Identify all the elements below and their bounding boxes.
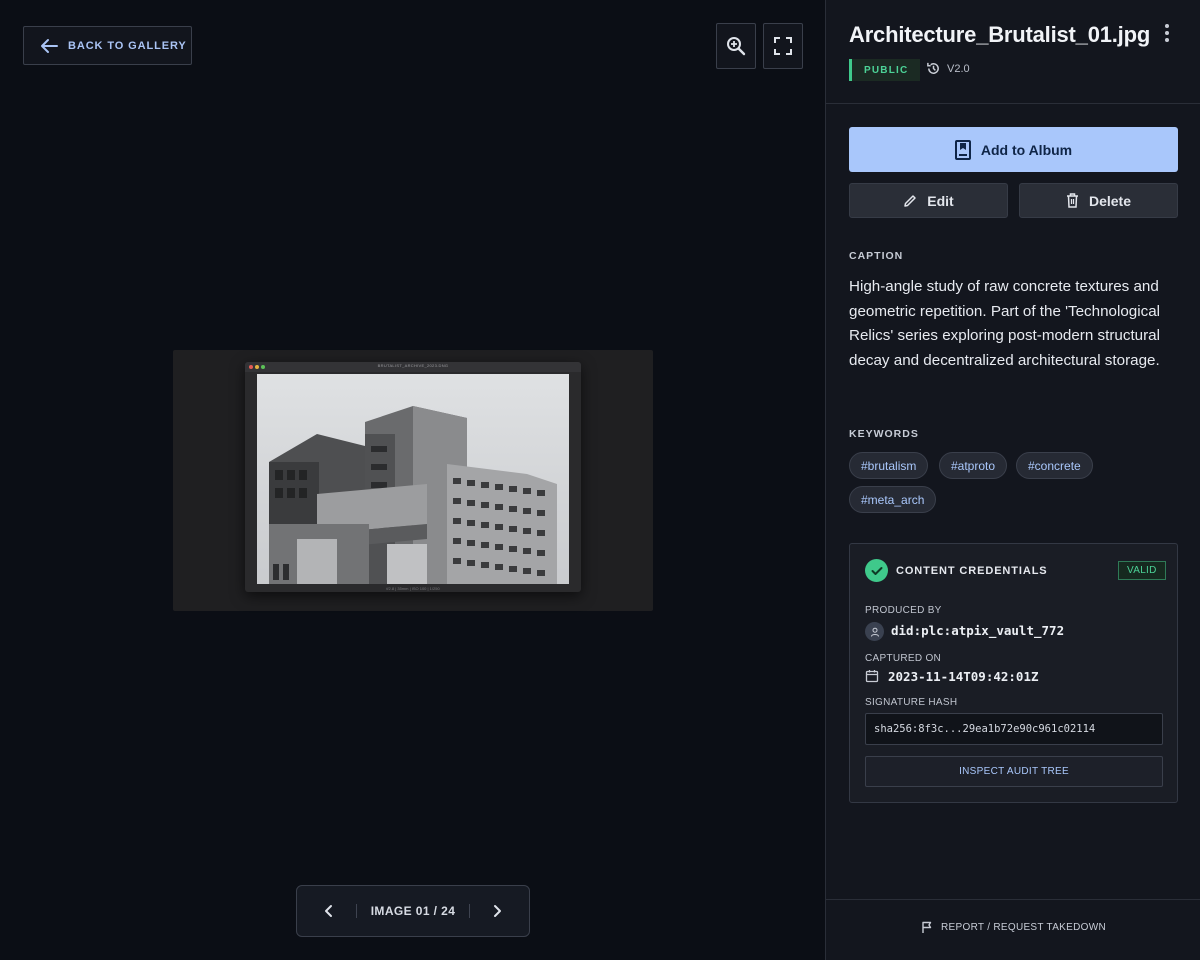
photo-window-title: BRUTALIST_ARCHIVE_2023.DNG: [377, 363, 449, 368]
details-panel: Architecture_Brutalist_01.jpg PUBLIC V2.…: [825, 0, 1200, 960]
caption-heading: CAPTION: [849, 250, 904, 262]
pager-divider: [355, 904, 357, 918]
keyword-tag[interactable]: #concrete: [1016, 452, 1093, 479]
capture-timestamp: 2023-11-14T09:42:01Z: [888, 669, 1039, 684]
photo-preview: BRUTALIST_ARCHIVE_2023.DNG f/2.8 | 35mm …: [173, 350, 653, 611]
add-to-album-button[interactable]: Add to Album: [849, 127, 1178, 172]
caption-text: High-angle study of raw concrete texture…: [849, 278, 1161, 369]
zoom-in-icon: [727, 37, 746, 56]
album-bookmark-icon: [954, 139, 971, 160]
footer-divider: [826, 899, 1200, 900]
edit-label: Edit: [927, 192, 954, 209]
back-to-gallery-button[interactable]: BACK TO GALLERY: [23, 26, 192, 65]
report-label: REPORT / REQUEST TAKEDOWN: [941, 922, 1106, 933]
kebab-dot: [1165, 31, 1169, 35]
inspect-audit-tree-button[interactable]: INSPECT AUDIT TREE: [865, 756, 1163, 787]
trash-icon: [1066, 193, 1078, 208]
flag-icon: [922, 921, 932, 933]
kebab-dot: [1165, 24, 1169, 28]
chevron-left-icon: [324, 905, 332, 917]
header-divider: [826, 103, 1200, 104]
delete-label: Delete: [1088, 192, 1132, 209]
keywords-heading: KEYWORDS: [849, 428, 919, 440]
pager-divider: [469, 904, 471, 918]
version-label: V2.0: [947, 62, 970, 75]
delete-button[interactable]: Delete: [1019, 183, 1178, 218]
keyword-tag[interactable]: #atproto: [939, 452, 1008, 479]
photo-window: BRUTALIST_ARCHIVE_2023.DNG f/2.8 | 35mm …: [245, 362, 581, 592]
verified-check-icon: [865, 559, 888, 582]
user-avatar-icon: [865, 622, 884, 641]
photo-exif-footer: f/2.8 | 35mm | ISO 100 | 1/250: [386, 586, 440, 591]
add-to-album-label: Add to Album: [980, 141, 1073, 158]
signature-hash-label: SIGNATURE HASH: [865, 697, 958, 708]
version-history-button[interactable]: V2.0: [926, 61, 970, 76]
captured-on-label: CAPTURED ON: [865, 653, 942, 664]
calendar-icon: [865, 670, 879, 683]
back-to-gallery-label: BACK TO GALLERY: [68, 39, 187, 52]
next-image-button[interactable]: [484, 898, 510, 924]
fullscreen-button[interactable]: [763, 23, 803, 69]
fullscreen-icon: [774, 37, 792, 55]
zoom-button[interactable]: [716, 23, 756, 69]
report-takedown-link[interactable]: REPORT / REQUEST TAKEDOWN: [826, 921, 1200, 934]
produced-by-label: PRODUCED BY: [865, 605, 942, 616]
kebab-dot: [1165, 38, 1169, 42]
arrow-left-icon: [41, 38, 58, 53]
file-name: Architecture_Brutalist_01.jpg: [849, 22, 1151, 47]
keyword-tag[interactable]: #meta_arch: [849, 486, 937, 513]
pencil-icon: [904, 194, 917, 207]
producer-did: did:plc:atpix_vault_772: [891, 623, 1065, 638]
content-credentials-card: CONTENT CREDENTIALS VALID PRODUCED BY di…: [849, 543, 1178, 803]
visibility-badge: PUBLIC: [849, 59, 921, 81]
brutalist-building-photo: [257, 374, 569, 584]
keyword-tag[interactable]: #brutalism: [849, 452, 929, 479]
image-counter: IMAGE 01 / 24: [370, 904, 456, 918]
signature-hash-field[interactable]: sha256:8f3c...29ea1b72e90c961c02114: [865, 713, 1163, 745]
history-icon: [927, 62, 939, 74]
edit-button[interactable]: Edit: [849, 183, 1008, 218]
more-options-button[interactable]: [1159, 22, 1175, 44]
credentials-status-badge: VALID: [1118, 561, 1166, 580]
image-viewer: BACK TO GALLERY BRUTALIST_ARCHIVE_2023.D…: [0, 0, 825, 960]
image-pager: IMAGE 01 / 24: [296, 885, 530, 937]
previous-image-button[interactable]: [316, 898, 342, 924]
credentials-title: CONTENT CREDENTIALS: [896, 565, 1048, 577]
chevron-right-icon: [494, 905, 502, 917]
